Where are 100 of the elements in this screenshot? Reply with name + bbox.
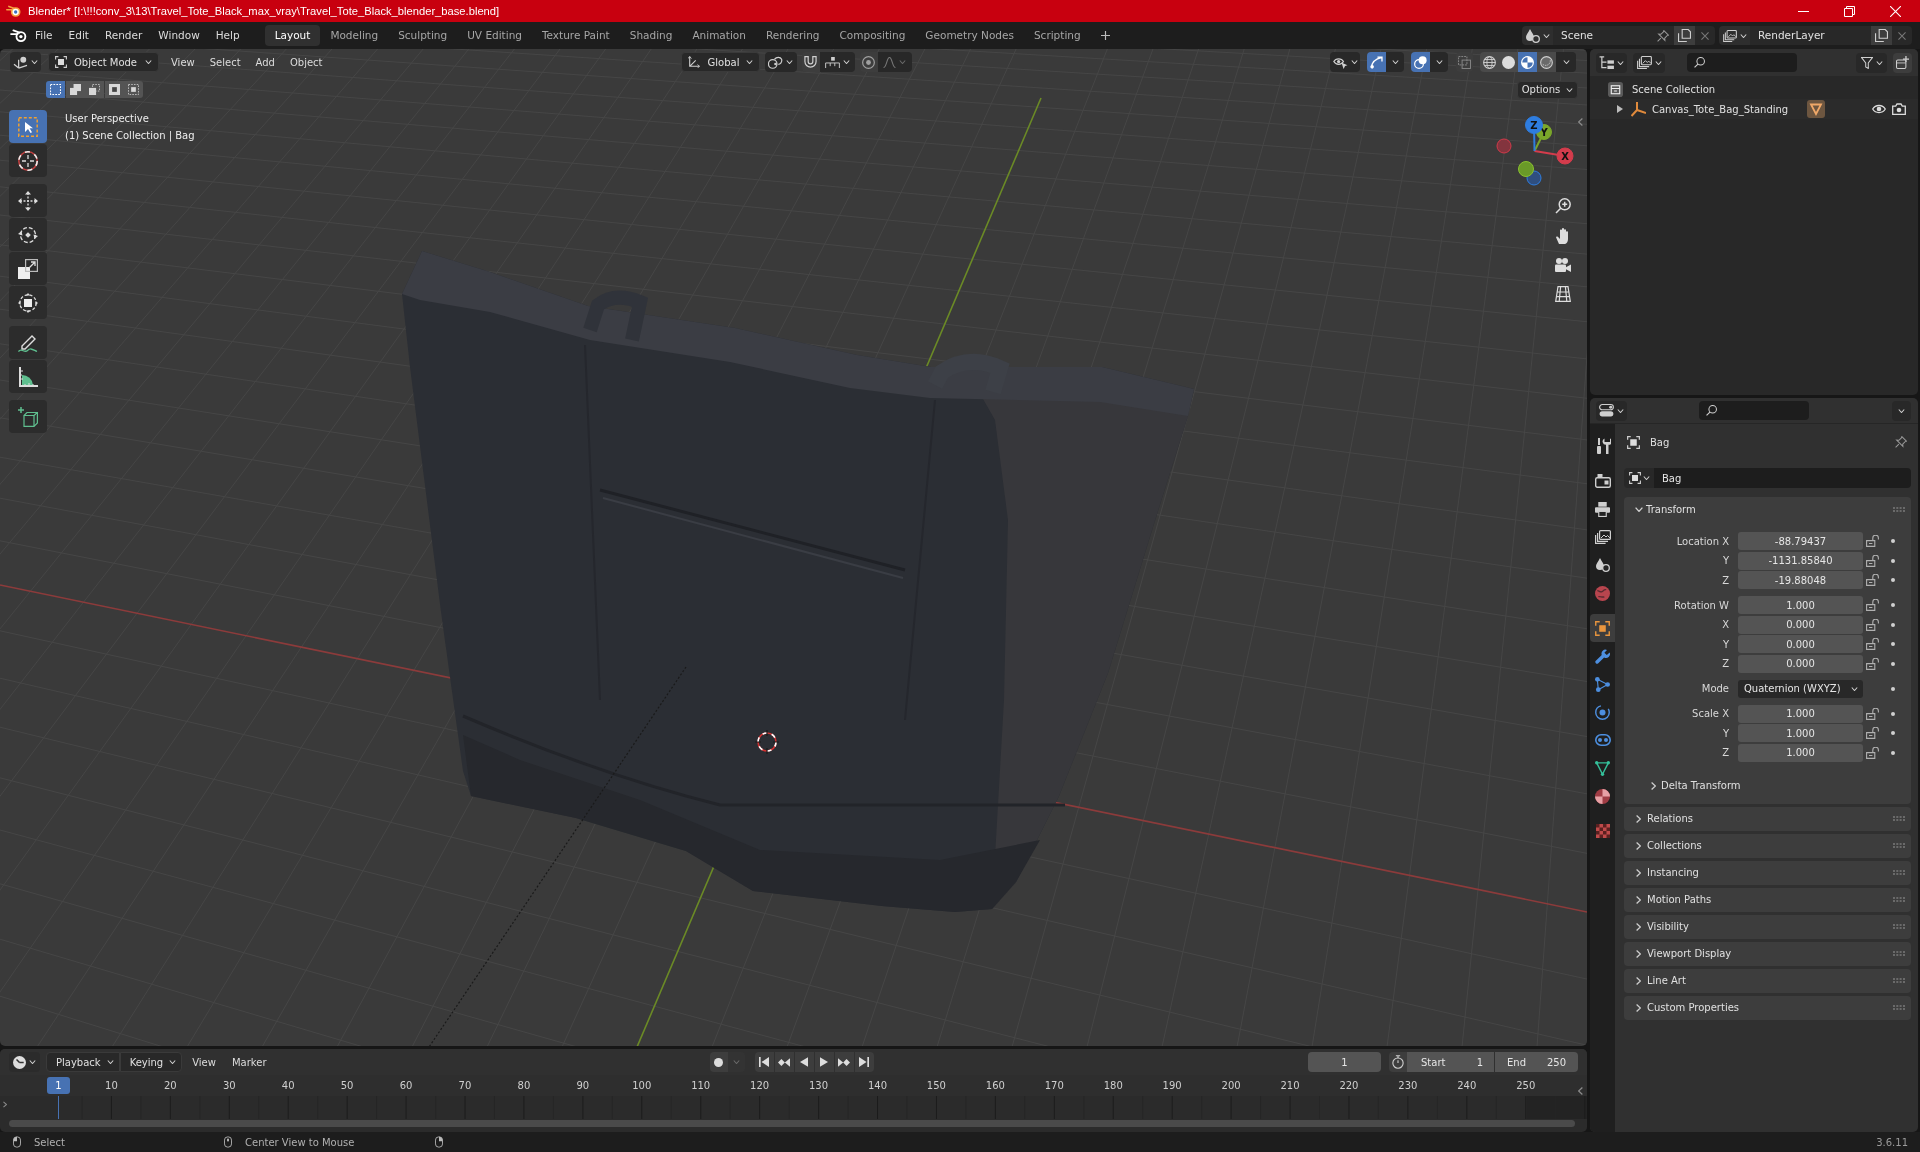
unlocked-padlock-icon[interactable] (1866, 707, 1880, 720)
keyframe-dot-icon[interactable] (1891, 539, 1895, 543)
number-field[interactable]: 1.000 (1738, 704, 1863, 723)
menu-item[interactable]: Marker (225, 1052, 273, 1072)
keyframe-dot-icon[interactable] (1891, 711, 1895, 716)
chevron-right-icon[interactable] (1636, 949, 1641, 958)
menu-item[interactable]: View (186, 1052, 222, 1072)
editor-type-button[interactable] (10, 52, 41, 72)
play-reverse-button[interactable] (794, 1052, 815, 1072)
select-mode-button[interactable] (46, 81, 65, 98)
number-field[interactable]: 0.000 (1738, 615, 1863, 634)
number-field[interactable]: 1.000 (1738, 724, 1863, 742)
panel-title[interactable]: Line Art (1647, 973, 1686, 988)
menu-item[interactable]: Render (96, 25, 151, 46)
x-axis-handle[interactable]: X (1533, 147, 1574, 165)
menu-item[interactable]: View (165, 52, 201, 72)
shading-mode-button[interactable] (1537, 52, 1556, 72)
next-keyframe-button[interactable] (834, 1052, 855, 1072)
proportional-edit-toggle[interactable] (859, 52, 878, 72)
subpanel-title[interactable]: Delta Transform (1661, 778, 1741, 793)
app-logo-icon[interactable] (10, 29, 27, 42)
tool-button[interactable] (9, 360, 47, 393)
chevron-right-icon[interactable] (1651, 781, 1656, 790)
search-field[interactable] (1699, 401, 1809, 420)
drag-handle-icon[interactable] (1893, 843, 1905, 848)
keyframe-dot-icon[interactable] (1891, 578, 1895, 582)
previous-keyframe-button[interactable] (774, 1052, 795, 1072)
chevron-right-icon[interactable] (1636, 841, 1641, 850)
number-field[interactable]: 0.000 (1738, 654, 1863, 673)
perspective-grid-icon[interactable] (1555, 286, 1571, 302)
camera-icon[interactable] (1892, 103, 1906, 115)
filter-dropdown[interactable] (1856, 52, 1887, 73)
jump-to-end-button[interactable] (854, 1052, 875, 1072)
panel-title[interactable]: Visibility (1647, 919, 1689, 934)
number-field[interactable]: 1.000 (1738, 596, 1863, 614)
options-dropdown[interactable]: Options (1517, 80, 1578, 99)
duplicate-button[interactable] (1674, 26, 1695, 45)
select-mode-button[interactable] (104, 81, 124, 98)
scene-selector[interactable] (1522, 26, 1553, 45)
menu-item[interactable]: Select (203, 52, 247, 72)
chevron-right-icon[interactable] (1636, 895, 1641, 904)
object-name-field[interactable]: Bag (1654, 468, 1911, 488)
data-type-dropdown[interactable] (1624, 468, 1654, 488)
panel-title[interactable]: Collections (1647, 838, 1702, 853)
menu-item[interactable]: Window (150, 25, 208, 46)
view-layer-selector[interactable] (1719, 26, 1750, 45)
shading-mode-button[interactable] (1499, 52, 1518, 72)
workspace-tab[interactable]: Animation (682, 25, 756, 46)
sidebar-toggle-icon[interactable] (1578, 118, 1583, 126)
editor-type-button[interactable] (1596, 400, 1627, 421)
chevron-right-icon[interactable] (1636, 922, 1641, 931)
drag-handle-icon[interactable] (1893, 816, 1905, 821)
number-field[interactable]: -19.88048 (1738, 571, 1863, 589)
overlay-toggle[interactable] (1411, 52, 1430, 72)
tool-button[interactable] (9, 400, 47, 433)
overlay-dropdown[interactable] (1430, 52, 1448, 72)
workspace-tab[interactable]: Layout (264, 25, 321, 46)
drag-handle-icon[interactable] (1893, 951, 1905, 956)
keyframe-dot-icon[interactable] (1891, 661, 1895, 666)
end-frame-field[interactable]: End 250 (1495, 1052, 1578, 1072)
orientation-dropdown[interactable]: Global (680, 52, 760, 72)
panel-title[interactable]: Viewport Display (1647, 946, 1732, 961)
play-button[interactable] (814, 1052, 835, 1072)
drag-handle-icon[interactable] (1893, 870, 1905, 875)
negative-x-axis-handle[interactable] (1496, 138, 1512, 154)
chevron-right-icon[interactable] (1636, 976, 1641, 985)
number-field[interactable]: -88.79437 (1738, 532, 1863, 550)
panel-title[interactable]: Custom Properties (1647, 1000, 1740, 1015)
unlocked-padlock-icon[interactable] (1866, 574, 1880, 586)
keyframe-dot-icon[interactable] (1891, 622, 1895, 627)
outliner-item[interactable]: Scene Collection (1632, 81, 1716, 97)
falloff-dropdown[interactable] (877, 52, 912, 72)
sidebar-toggle-icon[interactable] (1578, 1087, 1583, 1095)
menu-item[interactable]: Add (249, 52, 281, 72)
editor-type-button[interactable] (9, 1052, 40, 1072)
menu-item[interactable]: File (27, 25, 61, 46)
gizmo-dropdown[interactable] (1386, 52, 1404, 72)
keyframe-dot-icon[interactable] (1891, 603, 1895, 607)
workspace-tab[interactable]: Geometry Nodes (915, 25, 1024, 46)
drag-handle-icon[interactable] (1893, 978, 1905, 983)
keyframe-dot-icon[interactable] (1891, 642, 1895, 646)
add-icon[interactable] (1100, 31, 1110, 40)
keyframe-dot-icon[interactable] (1891, 750, 1895, 755)
tool-button[interactable] (9, 144, 47, 177)
jump-to-start-button[interactable] (754, 1052, 775, 1072)
tool-button[interactable] (9, 110, 47, 143)
gizmo-toggle[interactable] (1367, 52, 1386, 72)
mode-dropdown[interactable]: Object Mode (48, 52, 159, 72)
unlocked-padlock-icon[interactable] (1866, 599, 1880, 611)
outliner-item[interactable]: Canvas_Tote_Bag_Standing (1652, 101, 1789, 117)
close-icon[interactable] (1890, 5, 1901, 17)
drag-handle-icon[interactable] (1893, 924, 1905, 929)
chevron-down-icon[interactable] (1635, 506, 1643, 512)
drag-handle-icon[interactable] (1893, 897, 1905, 902)
number-field[interactable]: 0.000 (1738, 635, 1863, 653)
visibility-dropdown[interactable] (1330, 52, 1360, 72)
properties-tab[interactable] (1590, 614, 1615, 642)
workspace-tab[interactable]: Sculpting (388, 25, 458, 46)
scene-name-field[interactable]: Scene (1553, 26, 1674, 45)
pin-icon[interactable] (1895, 436, 1907, 448)
